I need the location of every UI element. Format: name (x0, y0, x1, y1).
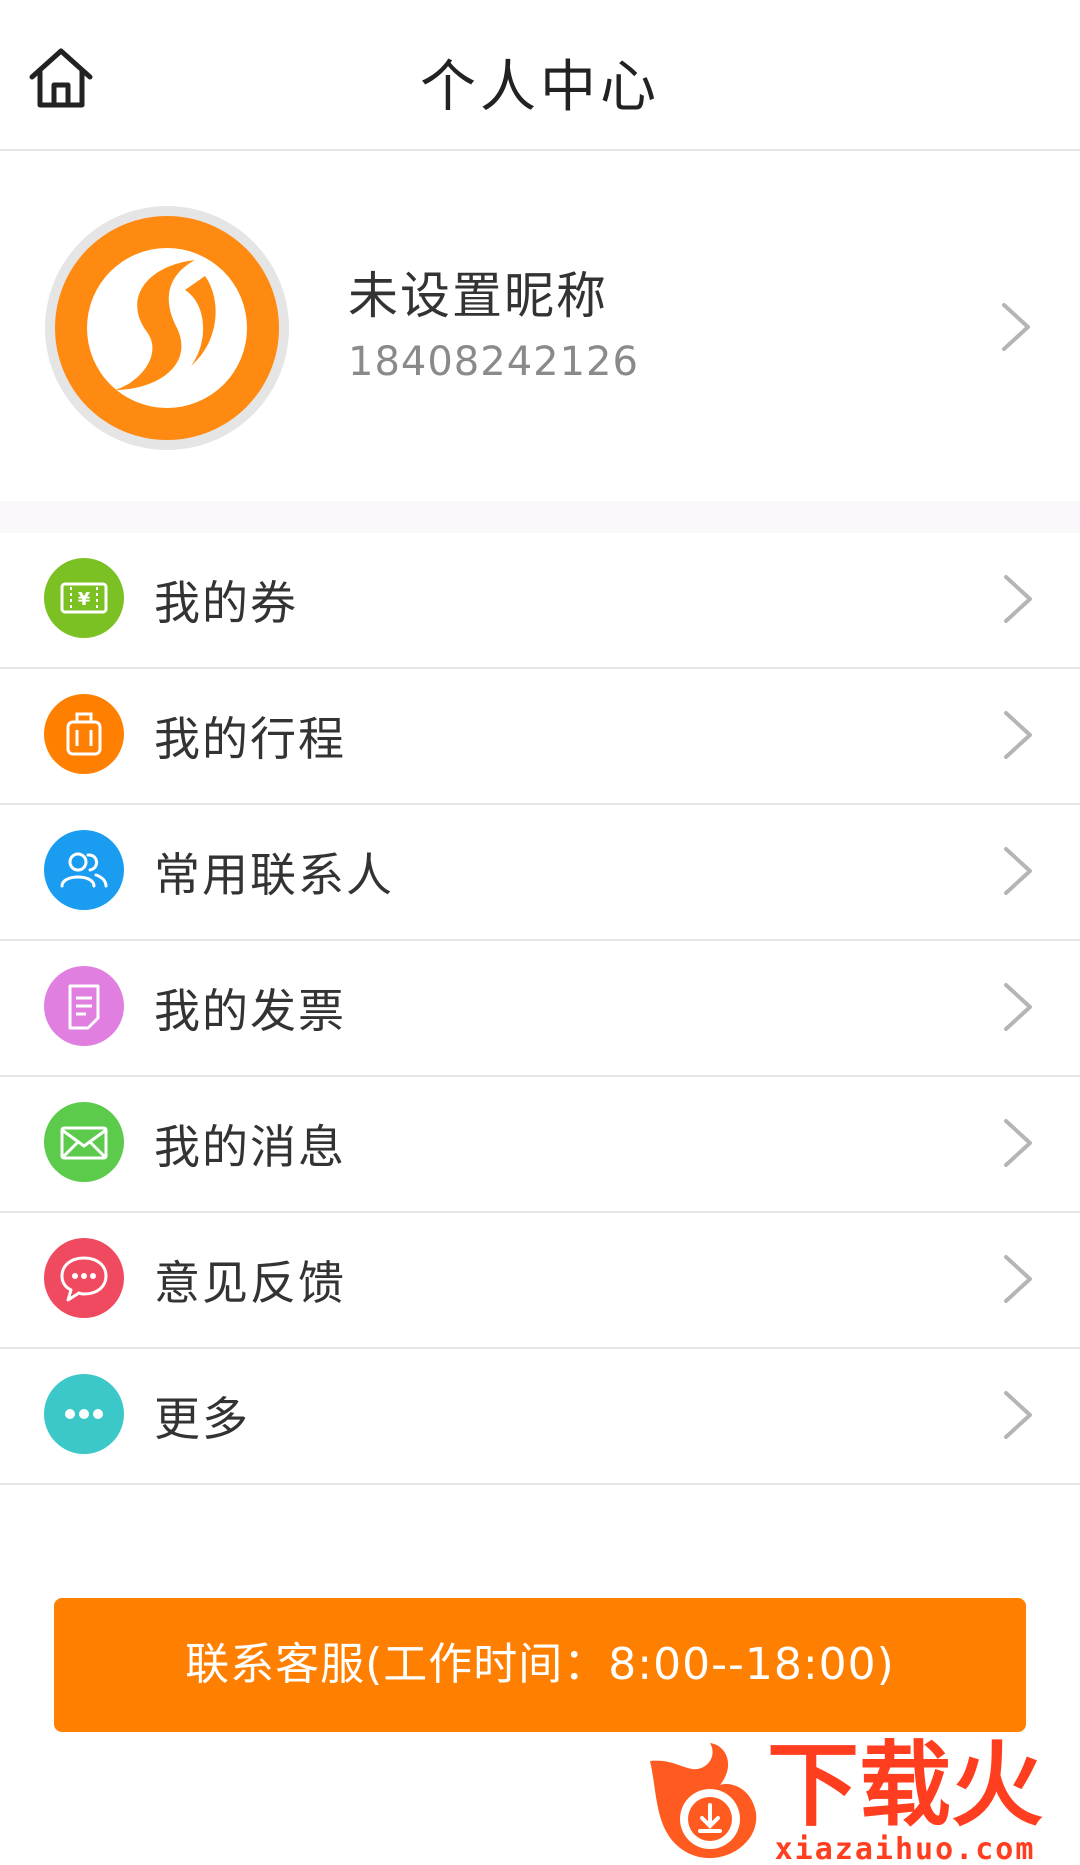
chevron-right-icon (1004, 575, 1032, 623)
chevron-right-icon (1004, 1119, 1032, 1167)
menu-item-label: 我的券 (154, 576, 298, 630)
contacts-icon (44, 830, 124, 910)
chevron-right-icon (1004, 847, 1032, 895)
profile-center-page: 个人中心 未设置昵称 18408242126 ¥ 我的券 我的行程 常用联系人 … (0, 0, 1080, 1865)
coupon-icon: ¥ (44, 558, 124, 638)
menu-item-coupons[interactable]: ¥ 我的券 (0, 533, 1080, 669)
chevron-right-icon (1004, 1255, 1032, 1303)
menu-item-invoices[interactable]: 我的发票 (0, 941, 1080, 1077)
chevron-right-icon (1004, 983, 1032, 1031)
chevron-right-icon (1002, 303, 1030, 351)
menu-item-messages[interactable]: 我的消息 (0, 1077, 1080, 1213)
menu-item-more[interactable]: 更多 (0, 1349, 1080, 1485)
menu-item-label: 常用联系人 (154, 848, 394, 902)
menu-item-label: 意见反馈 (154, 1256, 346, 1310)
menu-item-label: 我的行程 (154, 712, 346, 766)
menu-item-label: 更多 (154, 1392, 250, 1446)
page-title: 个人中心 (420, 55, 660, 120)
chevron-right-icon (1004, 711, 1032, 759)
section-divider (0, 501, 1080, 533)
watermark-domain: xiazaihuo.com (775, 1832, 1036, 1865)
menu-list: ¥ 我的券 我的行程 常用联系人 我的发票 我的消息 意见反馈 更多 (0, 533, 1080, 1485)
menu-item-label: 我的发票 (154, 984, 346, 1038)
avatar (45, 206, 289, 450)
mail-icon (44, 1102, 124, 1182)
nickname: 未设置昵称 (348, 267, 608, 325)
profile-card[interactable]: 未设置昵称 18408242126 (0, 151, 1080, 501)
phone-number: 18408242126 (348, 339, 639, 385)
menu-item-trips[interactable]: 我的行程 (0, 669, 1080, 805)
watermark-text: 下载火 (767, 1732, 1043, 1839)
chat-icon (44, 1238, 124, 1318)
watermark-logo: 下载火 xiazaihuo.com (650, 1732, 1043, 1865)
menu-item-contacts[interactable]: 常用联系人 (0, 805, 1080, 941)
more-icon (44, 1374, 124, 1454)
chevron-right-icon (1004, 1391, 1032, 1439)
contact-support-button[interactable]: 联系客服(工作时间：8:00--18:00) (54, 1598, 1026, 1732)
luggage-icon (44, 694, 124, 774)
menu-item-feedback[interactable]: 意见反馈 (0, 1213, 1080, 1349)
invoice-icon (44, 966, 124, 1046)
menu-item-label: 我的消息 (154, 1120, 346, 1174)
app-logo-icon (55, 216, 279, 440)
svg-text:¥: ¥ (78, 589, 91, 610)
top-bar: 个人中心 (0, 0, 1080, 151)
